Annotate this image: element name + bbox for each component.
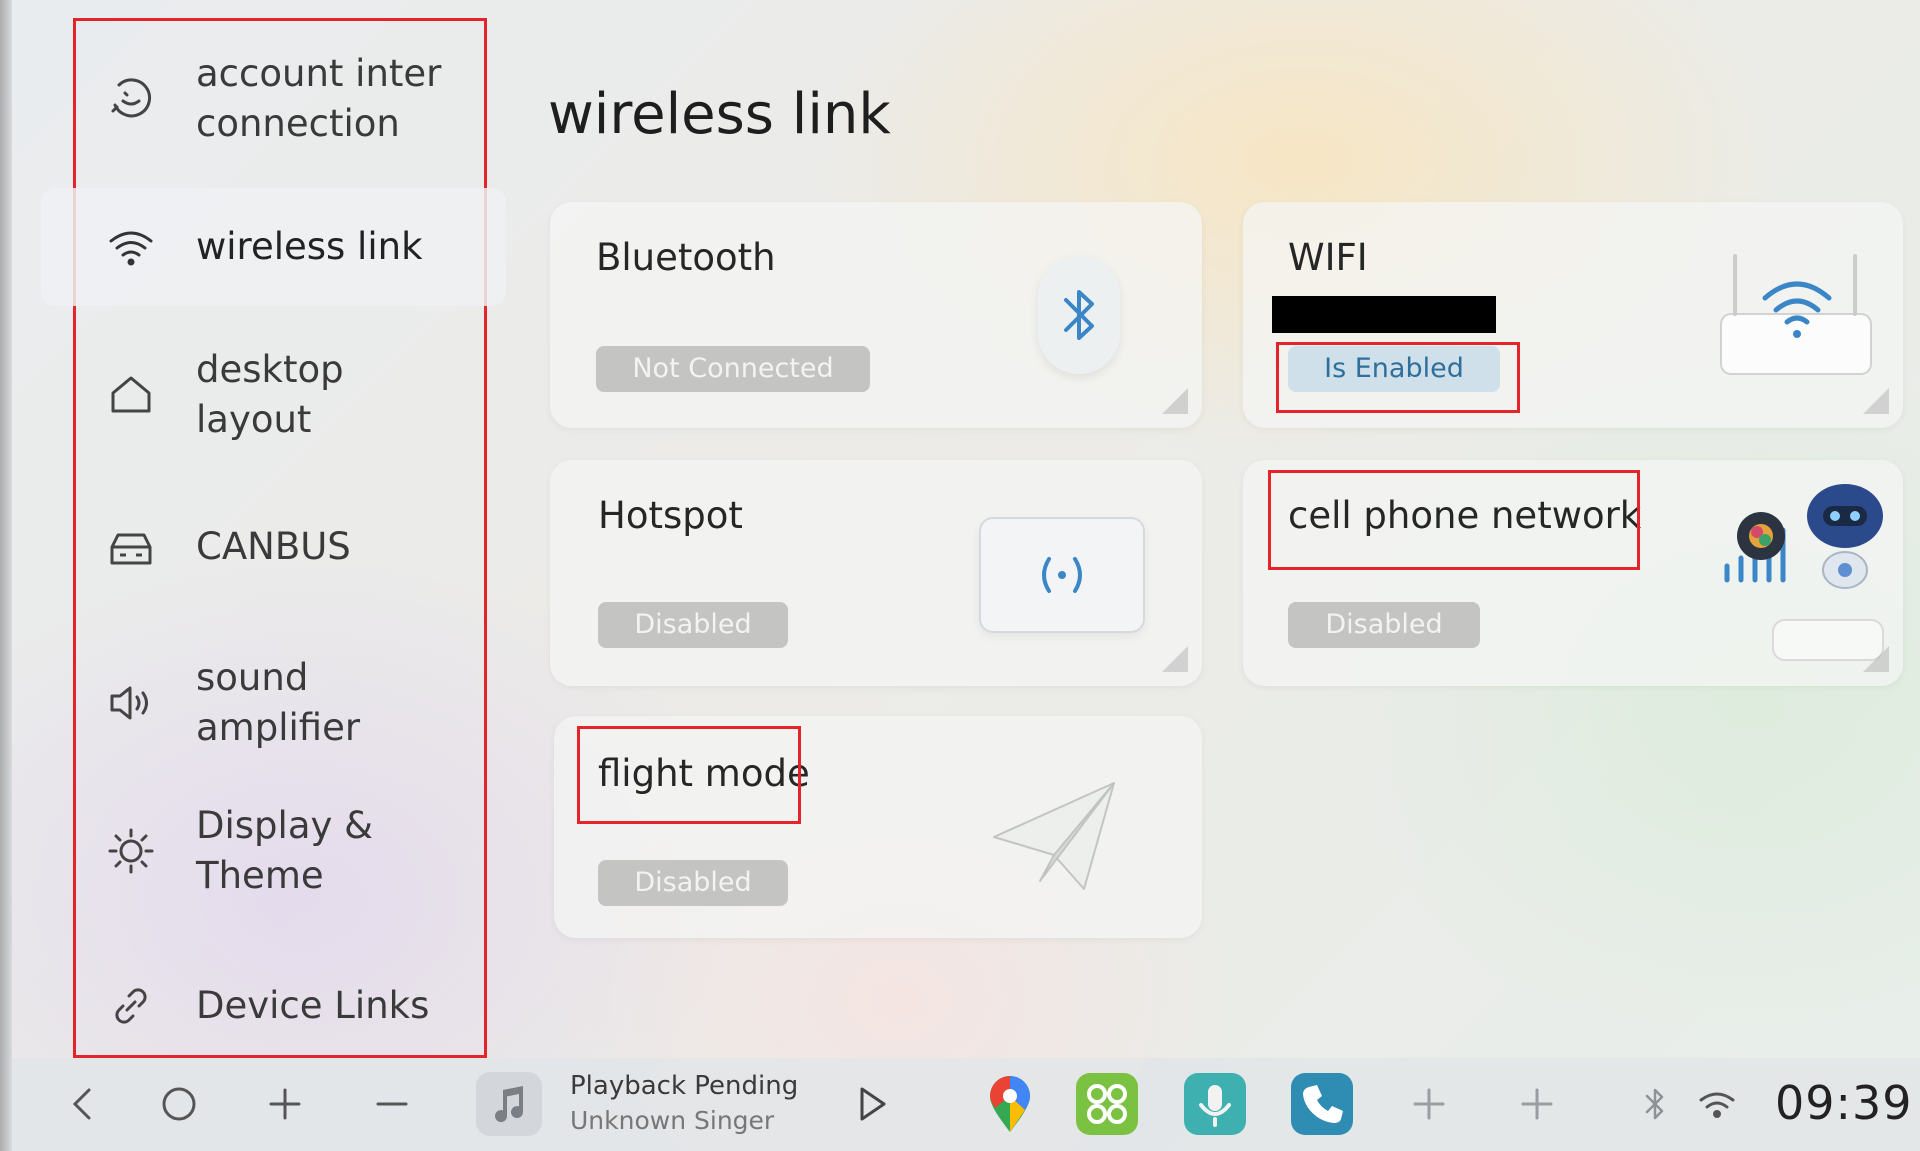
wifi-status-highlight: [1276, 342, 1520, 413]
redacted-wifi-name: [1272, 296, 1496, 333]
sidebar-item-canbus[interactable]: CANBUS: [76, 507, 484, 587]
screen-bezel: [0, 0, 12, 1151]
media-artist: Unknown Singer: [570, 1106, 775, 1135]
speaker-icon: [106, 678, 156, 728]
sidebar: account inter connection wireless link d…: [41, 18, 506, 1058]
hotspot-status-badge: Disabled: [598, 602, 788, 648]
sidebar-item-display-theme[interactable]: Display & Theme: [76, 795, 484, 907]
phone-icon[interactable]: [1291, 1073, 1353, 1135]
volume-up-icon[interactable]: [265, 1084, 305, 1124]
bluetooth-title: Bluetooth: [596, 236, 776, 279]
sidebar-item-label: account inter connection: [196, 52, 442, 145]
car-icon: [106, 522, 156, 572]
bluetooth-icon: [1038, 256, 1120, 374]
add-icon[interactable]: [1515, 1082, 1559, 1126]
sidebar-item-label: Display & Theme: [196, 804, 373, 897]
sidebar-item-label: CANBUS: [196, 525, 351, 568]
apps-grid-icon[interactable]: [1076, 1073, 1138, 1135]
voice-assistant-icon[interactable]: [1184, 1073, 1246, 1135]
sidebar-item-label: wireless link: [196, 225, 423, 268]
bluetooth-status-icon: [1637, 1082, 1673, 1126]
back-icon[interactable]: [62, 1084, 102, 1124]
sidebar-item-sound-amplifier[interactable]: sound amplifier: [76, 647, 484, 759]
cellular-status-badge: Disabled: [1288, 602, 1480, 648]
hotspot-icon: [979, 517, 1145, 633]
account-link-icon: [106, 74, 156, 124]
sidebar-item-label: Device Links: [196, 984, 430, 1027]
expand-corner-icon: [1863, 388, 1889, 414]
paper-plane-icon: [984, 761, 1124, 901]
flight-mode-title-highlight: [577, 726, 801, 824]
link-icon: [106, 981, 156, 1031]
sidebar-item-label: sound amplifier: [196, 656, 361, 749]
page-title: wireless link: [548, 82, 891, 147]
robot-signal-icon: [1713, 470, 1893, 670]
hotspot-card[interactable]: Hotspot Disabled: [550, 460, 1202, 686]
expand-corner-icon: [1162, 388, 1188, 414]
sidebar-item-desktop-layout[interactable]: desktop layout: [76, 339, 484, 451]
hotspot-title: Hotspot: [598, 494, 743, 537]
sidebar-item-account-interconnection[interactable]: account inter connection: [76, 43, 484, 155]
taskbar: Playback Pending Unknown Singer 09:39: [12, 1058, 1920, 1151]
wifi-icon: [106, 222, 156, 272]
sidebar-item-label: desktop layout: [196, 348, 344, 441]
expand-corner-icon: [1863, 646, 1889, 672]
bluetooth-card[interactable]: Bluetooth Not Connected: [550, 202, 1202, 428]
clock: 09:39: [1775, 1076, 1913, 1130]
cellular-title-highlight: [1268, 470, 1640, 570]
media-title: Playback Pending: [570, 1071, 799, 1101]
router-wifi-icon: [1683, 242, 1883, 392]
maps-icon[interactable]: [978, 1072, 1042, 1136]
add-icon[interactable]: [1407, 1082, 1451, 1126]
wifi-status-icon: [1695, 1082, 1739, 1126]
play-icon[interactable]: [850, 1082, 894, 1126]
expand-corner-icon: [1162, 646, 1188, 672]
brightness-icon: [106, 826, 156, 876]
volume-down-icon[interactable]: [372, 1084, 412, 1124]
wifi-title: WIFI: [1288, 236, 1368, 279]
home-circle-icon[interactable]: [159, 1084, 199, 1124]
bluetooth-status-badge: Not Connected: [596, 346, 870, 392]
sidebar-item-wireless-link[interactable]: wireless link: [41, 188, 506, 306]
music-note-icon[interactable]: [476, 1072, 542, 1136]
home-icon: [106, 370, 156, 420]
sidebar-item-device-links[interactable]: Device Links: [76, 966, 484, 1046]
flight-mode-status-badge: Disabled: [598, 860, 788, 906]
